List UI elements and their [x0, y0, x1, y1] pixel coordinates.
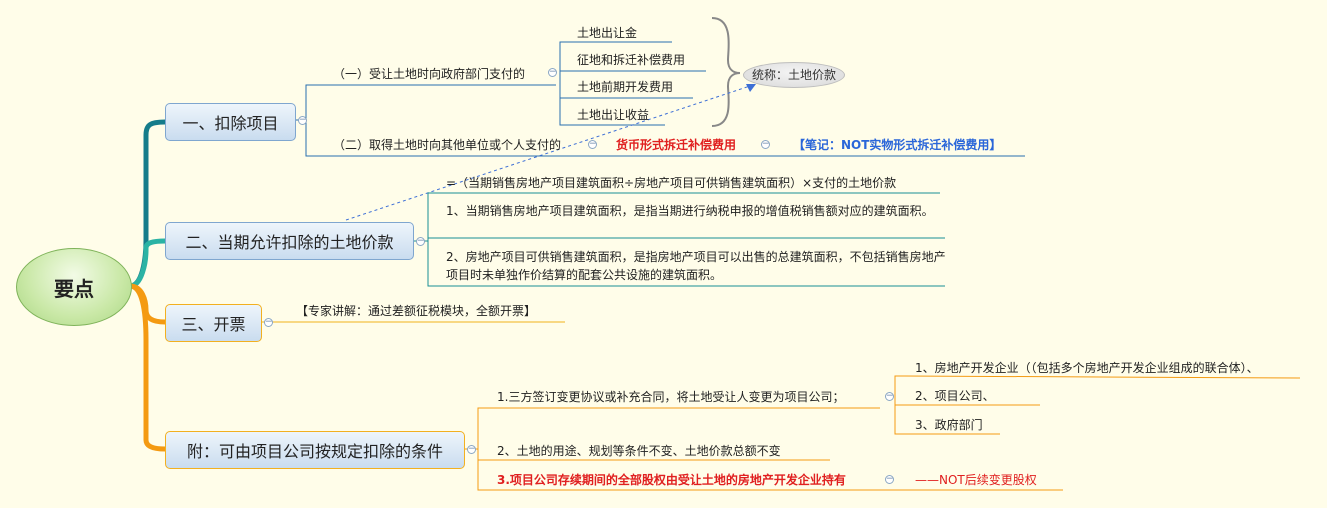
- item-land-transfer-fee[interactable]: 土地出让金: [577, 24, 637, 42]
- root-node[interactable]: 要点: [16, 248, 132, 326]
- branch-current-deductible-land-price[interactable]: 二、当期允许扣除的土地价款: [165, 222, 414, 260]
- note-saleable-area[interactable]: 2、房地产项目可供销售建筑面积，是指房地产项目可以出售的总建筑面积，不包括销售房…: [446, 248, 946, 284]
- branch-deduction-items[interactable]: 一、扣除项目: [165, 103, 296, 141]
- summary-land-price[interactable]: 统称：土地价款: [743, 62, 845, 88]
- collapse-icon[interactable]: −: [885, 392, 894, 401]
- collapse-icon[interactable]: −: [761, 140, 770, 149]
- branch1-child-government[interactable]: （一）受让土地时向政府部门支付的: [333, 65, 525, 83]
- collapse-icon[interactable]: −: [416, 237, 425, 246]
- collapse-icon[interactable]: −: [298, 116, 307, 125]
- item-preliminary-development-fee[interactable]: 土地前期开发费用: [577, 78, 673, 96]
- condition-usage-unchanged[interactable]: 2、土地的用途、规划等条件不变、土地价款总额不变: [497, 442, 781, 460]
- party-project-company[interactable]: 2、项目公司、: [915, 387, 995, 405]
- expert-note-invoicing[interactable]: 【专家讲解：通过差额征税模块，全额开票】: [296, 302, 536, 320]
- condition-equity-held[interactable]: 3.项目公司存续期间的全部股权由受让土地的房地产开发企业持有: [497, 471, 846, 489]
- collapse-icon[interactable]: −: [467, 445, 476, 454]
- branch-invoicing[interactable]: 三、开票: [165, 304, 262, 342]
- branch1-child-other-units[interactable]: （二）取得土地时向其他单位或个人支付的: [333, 136, 561, 154]
- collapse-icon[interactable]: −: [264, 318, 273, 327]
- party-government[interactable]: 3、政府部门: [915, 416, 983, 434]
- item-compensation-fee[interactable]: 征地和拆迁补偿费用: [577, 51, 685, 69]
- formula-text[interactable]: =（当期销售房地产项目建筑面积÷房地产项目可供销售建筑面积）×支付的土地价款: [446, 174, 896, 192]
- blue-note-not-in-kind[interactable]: 【笔记：NOT实物形式拆迁补偿费用】: [793, 136, 1001, 154]
- collapse-icon[interactable]: −: [548, 68, 557, 77]
- condition-tripartite-agreement[interactable]: 1.三方签订变更协议或补充合同，将土地受让人变更为项目公司；: [497, 388, 844, 406]
- branch-conditions[interactable]: 附：可由项目公司按规定扣除的条件: [165, 431, 465, 469]
- note-current-sales-area[interactable]: 1、当期销售房地产项目建筑面积，是指当期进行纳税申报的增值税销售额对应的建筑面积…: [446, 202, 946, 220]
- party-developer[interactable]: 1、房地产开发企业（（包括多个房地产开发企业组成的联合体）、: [915, 359, 1259, 377]
- note-not-equity-change[interactable]: ——NOT后续变更股权: [915, 471, 1037, 489]
- red-note-cash-compensation[interactable]: 货币形式拆迁补偿费用: [616, 136, 736, 154]
- collapse-icon[interactable]: −: [588, 140, 597, 149]
- item-land-transfer-income[interactable]: 土地出让收益: [577, 106, 649, 124]
- collapse-icon[interactable]: −: [885, 475, 894, 484]
